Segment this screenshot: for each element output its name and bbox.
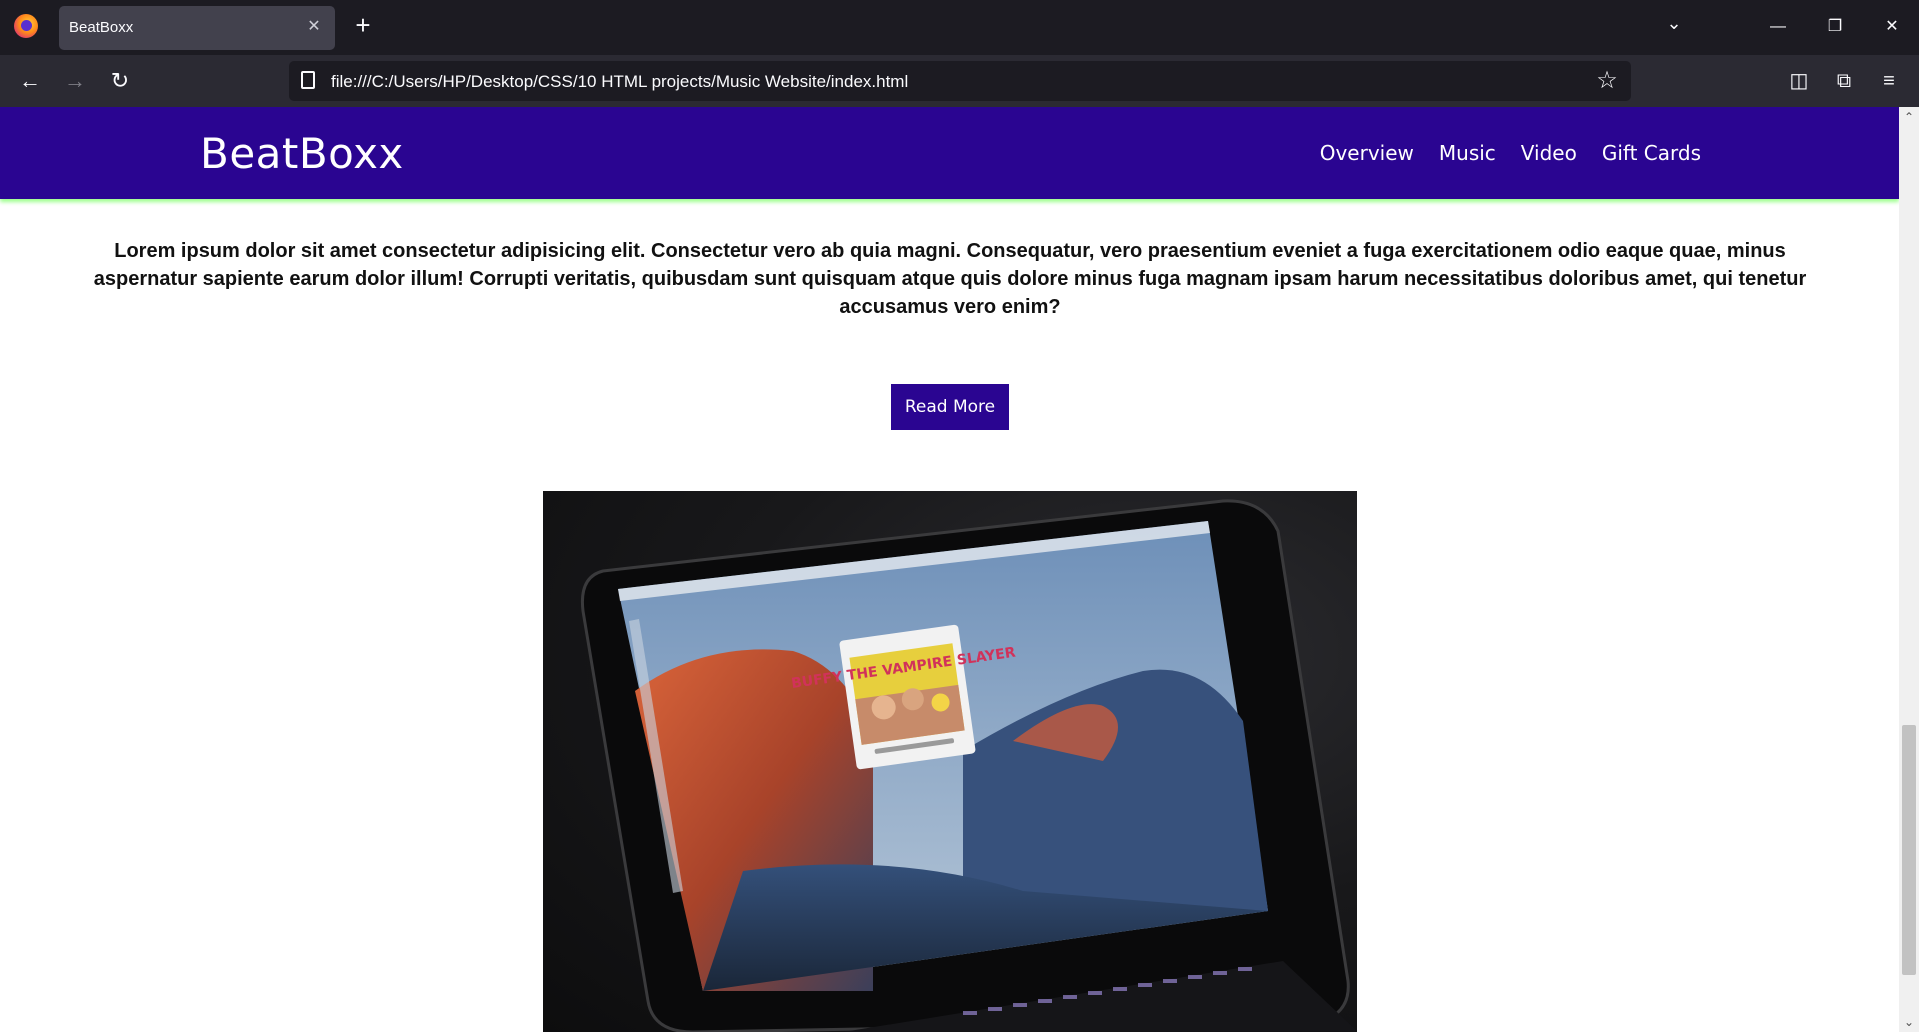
tab-close-icon[interactable]: ✕ bbox=[303, 16, 325, 38]
intro-paragraph: Lorem ipsum dolor sit amet consectetur a… bbox=[93, 240, 1807, 318]
tab-title: BeatBoxx bbox=[69, 19, 134, 36]
forward-button[interactable]: → bbox=[58, 64, 92, 98]
navigation-toolbar: ← → ↻ file:///C:/Users/HP/Desktop/CSS/10… bbox=[0, 55, 1919, 107]
bookmark-star-icon[interactable]: ☆ bbox=[1593, 67, 1621, 95]
scroll-up-arrow-icon[interactable]: ⌃ bbox=[1899, 107, 1919, 127]
reload-button[interactable]: ↻ bbox=[103, 64, 137, 98]
nav-link-video[interactable]: Video bbox=[1521, 141, 1577, 165]
back-button[interactable]: ← bbox=[13, 64, 47, 98]
tab-strip: BeatBoxx ✕ + ⌄ — ❐ ✕ bbox=[0, 0, 1919, 55]
page-viewport: BeatBoxx Overview Music Video Gift Cards… bbox=[0, 107, 1899, 1032]
site-logo[interactable]: BeatBoxx bbox=[200, 129, 404, 178]
laptop-illustration: BUFFY THE VAMPIRE SLAYER bbox=[580, 499, 1357, 1032]
vertical-scrollbar[interactable]: ⌃ ⌄ bbox=[1899, 107, 1919, 1032]
nav-link-overview[interactable]: Overview bbox=[1320, 141, 1414, 165]
menu-icon[interactable]: ≡ bbox=[1872, 64, 1906, 98]
tab-beatboxx[interactable]: BeatBoxx ✕ bbox=[59, 6, 335, 50]
list-all-tabs-icon[interactable]: ⌄ bbox=[1661, 13, 1687, 39]
nav-link-gift-cards[interactable]: Gift Cards bbox=[1602, 141, 1701, 165]
read-more-button[interactable]: Read More bbox=[891, 384, 1009, 430]
pocket-icon[interactable]: ◫ bbox=[1782, 64, 1816, 98]
laptop-image: BUFFY THE VAMPIRE SLAYER bbox=[543, 491, 1357, 1032]
minimize-button[interactable]: — bbox=[1758, 10, 1798, 44]
scroll-down-arrow-icon[interactable]: ⌄ bbox=[1899, 1012, 1919, 1032]
page-icon bbox=[301, 71, 315, 89]
new-tab-button[interactable]: + bbox=[350, 12, 376, 38]
address-bar[interactable]: file:///C:/Users/HP/Desktop/CSS/10 HTML … bbox=[289, 61, 1631, 101]
extensions-icon[interactable]: ⧉ bbox=[1827, 64, 1861, 98]
site-header: BeatBoxx Overview Music Video Gift Cards bbox=[0, 107, 1899, 199]
close-window-button[interactable]: ✕ bbox=[1872, 10, 1912, 44]
site-nav: Overview Music Video Gift Cards bbox=[1320, 141, 1701, 165]
url-text[interactable]: file:///C:/Users/HP/Desktop/CSS/10 HTML … bbox=[331, 72, 908, 92]
scroll-thumb[interactable] bbox=[1902, 725, 1916, 975]
restore-button[interactable]: ❐ bbox=[1815, 10, 1855, 44]
nav-link-music[interactable]: Music bbox=[1439, 141, 1496, 165]
firefox-logo-icon[interactable] bbox=[14, 14, 38, 38]
